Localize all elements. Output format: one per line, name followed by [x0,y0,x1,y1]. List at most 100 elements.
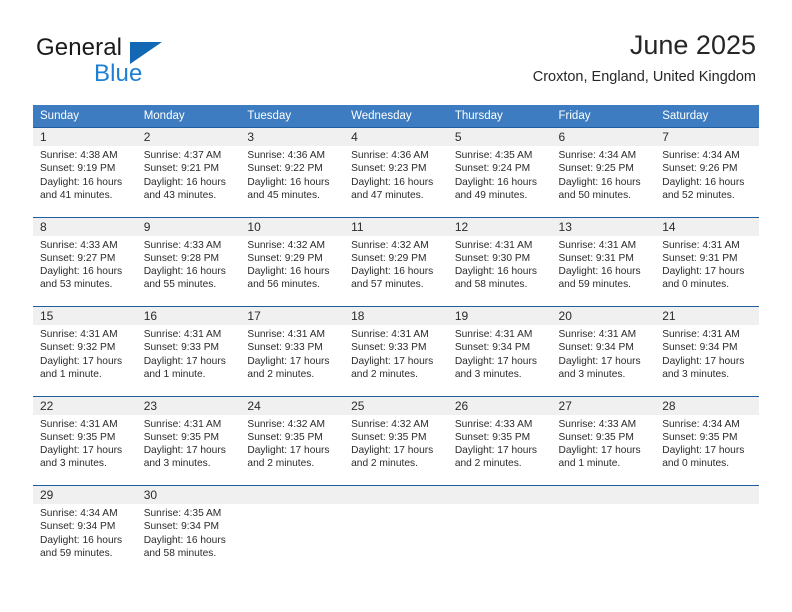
calendar-table: Sunday Monday Tuesday Wednesday Thursday… [33,105,759,575]
empty-day-number [655,485,759,504]
day-number[interactable]: 5 [447,127,552,146]
calendar-week-date-row: 15 16 17 18 19 20 21 [33,306,759,325]
calendar-week-detail-row: Sunrise: 4:34 AM Sunset: 9:34 PM Dayligh… [33,504,759,575]
day-number[interactable]: 7 [655,127,759,146]
weekday-header-monday: Monday [136,105,241,128]
empty-day-cell [551,504,656,575]
day-cell[interactable]: Sunrise: 4:31 AM Sunset: 9:34 PM Dayligh… [447,325,552,396]
sun-times-text: Sunrise: 4:31 AM Sunset: 9:31 PM Dayligh… [662,239,745,291]
day-number[interactable]: 4 [344,127,448,146]
day-cell[interactable]: Sunrise: 4:31 AM Sunset: 9:33 PM Dayligh… [136,325,241,396]
day-number[interactable]: 12 [447,216,552,236]
day-cell[interactable]: Sunrise: 4:31 AM Sunset: 9:35 PM Dayligh… [33,414,137,486]
sun-times-text: Sunrise: 4:37 AM Sunset: 9:21 PM Dayligh… [143,150,226,201]
day-cell[interactable]: Sunrise: 4:38 AM Sunset: 9:19 PM Dayligh… [33,146,137,217]
day-cell[interactable]: Sunrise: 4:36 AM Sunset: 9:22 PM Dayligh… [240,146,345,217]
day-cell[interactable]: Sunrise: 4:37 AM Sunset: 9:21 PM Dayligh… [136,146,241,217]
day-cell[interactable]: Sunrise: 4:32 AM Sunset: 9:35 PM Dayligh… [240,414,345,486]
calendar-body: 1 2 3 4 5 6 7 Sunrise: 4:38 AM Sunset: 9:19 PM … [33,127,759,575]
day-cell[interactable]: Sunrise: 4:34 AM Sunset: 9:34 PM Dayligh… [33,504,137,575]
calendar-week-detail-row: Sunrise: 4:31 AM Sunset: 9:32 PM Dayligh… [33,325,759,396]
day-cell[interactable]: Sunrise: 4:31 AM Sunset: 9:35 PM Dayligh… [136,414,241,486]
sun-times-text: Sunrise: 4:34 AM Sunset: 9:26 PM Dayligh… [662,150,745,201]
day-cell[interactable]: Sunrise: 4:31 AM Sunset: 9:31 PM Dayligh… [655,235,759,307]
weekday-header-saturday: Saturday [655,105,759,128]
day-cell[interactable]: Sunrise: 4:32 AM Sunset: 9:35 PM Dayligh… [344,414,448,486]
day-cell[interactable]: Sunrise: 4:33 AM Sunset: 9:28 PM Dayligh… [136,235,241,307]
empty-day-cell [240,504,345,575]
calendar-week-detail-row: Sunrise: 4:33 AM Sunset: 9:27 PM Dayligh… [33,235,759,307]
day-number[interactable]: 28 [655,395,759,415]
day-cell[interactable]: Sunrise: 4:35 AM Sunset: 9:34 PM Dayligh… [136,504,241,575]
calendar-week-detail-row: Sunrise: 4:31 AM Sunset: 9:35 PM Dayligh… [33,414,759,486]
day-number[interactable]: 25 [344,395,448,415]
sun-times-text: Sunrise: 4:36 AM Sunset: 9:23 PM Dayligh… [351,150,434,201]
day-cell[interactable]: Sunrise: 4:31 AM Sunset: 9:33 PM Dayligh… [344,325,448,396]
sun-times-text: Sunrise: 4:32 AM Sunset: 9:29 PM Dayligh… [351,239,434,291]
calendar-week-date-row: 1234567 [33,127,759,146]
day-cell[interactable]: Sunrise: 4:33 AM Sunset: 9:35 PM Dayligh… [551,414,656,486]
day-cell[interactable]: Sunrise: 4:31 AM Sunset: 9:32 PM Dayligh… [33,325,137,396]
day-number[interactable]: 29 [33,485,137,504]
day-number[interactable]: 2 [136,127,241,146]
day-number[interactable]: 18 [344,306,448,325]
day-cell[interactable]: Sunrise: 4:31 AM Sunset: 9:31 PM Dayligh… [551,235,656,307]
day-cell[interactable]: Sunrise: 4:34 AM Sunset: 9:25 PM Dayligh… [551,146,656,217]
day-number[interactable]: 19 [447,306,552,325]
day-number[interactable]: 3 [240,127,345,146]
sun-times-text: Sunrise: 4:31 AM Sunset: 9:35 PM Dayligh… [143,418,226,470]
day-number[interactable]: 9 [136,216,241,236]
day-number[interactable]: 22 [33,395,137,415]
day-number[interactable]: 26 [447,395,552,415]
sun-times-text: Sunrise: 4:31 AM Sunset: 9:34 PM Dayligh… [558,329,641,380]
day-cell[interactable]: Sunrise: 4:34 AM Sunset: 9:35 PM Dayligh… [655,414,759,486]
day-number[interactable]: 15 [33,306,137,325]
calendar-week-date-row: 22 23 24 25 26 27 28 [33,395,759,415]
sun-times-text: Sunrise: 4:33 AM Sunset: 9:28 PM Dayligh… [143,239,226,291]
day-number[interactable]: 30 [136,485,241,504]
day-number[interactable]: 14 [655,216,759,236]
sun-times-text: Sunrise: 4:34 AM Sunset: 9:35 PM Dayligh… [662,418,745,470]
day-number[interactable]: 16 [136,306,241,325]
brand-name-general: General [36,34,123,61]
day-number[interactable]: 10 [240,216,345,236]
day-cell[interactable]: Sunrise: 4:34 AM Sunset: 9:26 PM Dayligh… [655,146,759,217]
day-cell[interactable]: Sunrise: 4:32 AM Sunset: 9:29 PM Dayligh… [240,235,345,307]
sun-times-text: Sunrise: 4:34 AM Sunset: 9:25 PM Dayligh… [558,150,641,201]
day-cell[interactable]: Sunrise: 4:31 AM Sunset: 9:34 PM Dayligh… [551,325,656,396]
calendar-week-date-row: 8 9 10 11 12 13 14 [33,216,759,236]
empty-day-number [447,485,552,504]
sun-times-text: Sunrise: 4:31 AM Sunset: 9:33 PM Dayligh… [351,329,434,380]
day-cell[interactable]: Sunrise: 4:33 AM Sunset: 9:35 PM Dayligh… [447,414,552,486]
day-number[interactable]: 24 [240,395,345,415]
empty-day-number [344,485,448,504]
day-cell[interactable]: Sunrise: 4:35 AM Sunset: 9:24 PM Dayligh… [447,146,552,217]
sun-times-text: Sunrise: 4:34 AM Sunset: 9:34 PM Dayligh… [40,508,123,559]
day-cell[interactable]: Sunrise: 4:33 AM Sunset: 9:27 PM Dayligh… [33,235,137,307]
day-cell[interactable]: Sunrise: 4:32 AM Sunset: 9:29 PM Dayligh… [344,235,448,307]
sun-times-text: Sunrise: 4:31 AM Sunset: 9:35 PM Dayligh… [40,418,123,470]
day-cell[interactable]: Sunrise: 4:31 AM Sunset: 9:34 PM Dayligh… [655,325,759,396]
day-number[interactable]: 20 [551,306,656,325]
day-cell[interactable]: Sunrise: 4:31 AM Sunset: 9:33 PM Dayligh… [240,325,345,396]
day-number[interactable]: 8 [33,216,137,236]
day-number[interactable]: 13 [551,216,656,236]
day-number[interactable]: 23 [136,395,241,415]
sun-times-text: Sunrise: 4:31 AM Sunset: 9:32 PM Dayligh… [40,329,123,380]
day-number[interactable]: 6 [551,127,656,146]
day-number[interactable]: 17 [240,306,345,325]
brand-logo[interactable]: General Blue [36,34,226,90]
day-number[interactable]: 11 [344,216,448,236]
weekday-header-friday: Friday [551,105,656,128]
sun-times-text: Sunrise: 4:33 AM Sunset: 9:35 PM Dayligh… [454,418,537,470]
day-cell[interactable]: Sunrise: 4:31 AM Sunset: 9:30 PM Dayligh… [447,235,552,307]
sun-times-text: Sunrise: 4:31 AM Sunset: 9:33 PM Dayligh… [143,329,226,380]
day-cell[interactable]: Sunrise: 4:36 AM Sunset: 9:23 PM Dayligh… [344,146,448,217]
day-number[interactable]: 1 [33,127,137,146]
weekday-header-sunday: Sunday [33,105,137,128]
sun-times-text: Sunrise: 4:35 AM Sunset: 9:24 PM Dayligh… [454,150,537,201]
day-number[interactable]: 21 [655,306,759,325]
day-number[interactable]: 27 [551,395,656,415]
calendar-page: General Blue June 2025 Croxton, England,… [0,0,792,612]
sun-times-text: Sunrise: 4:33 AM Sunset: 9:35 PM Dayligh… [558,418,641,470]
